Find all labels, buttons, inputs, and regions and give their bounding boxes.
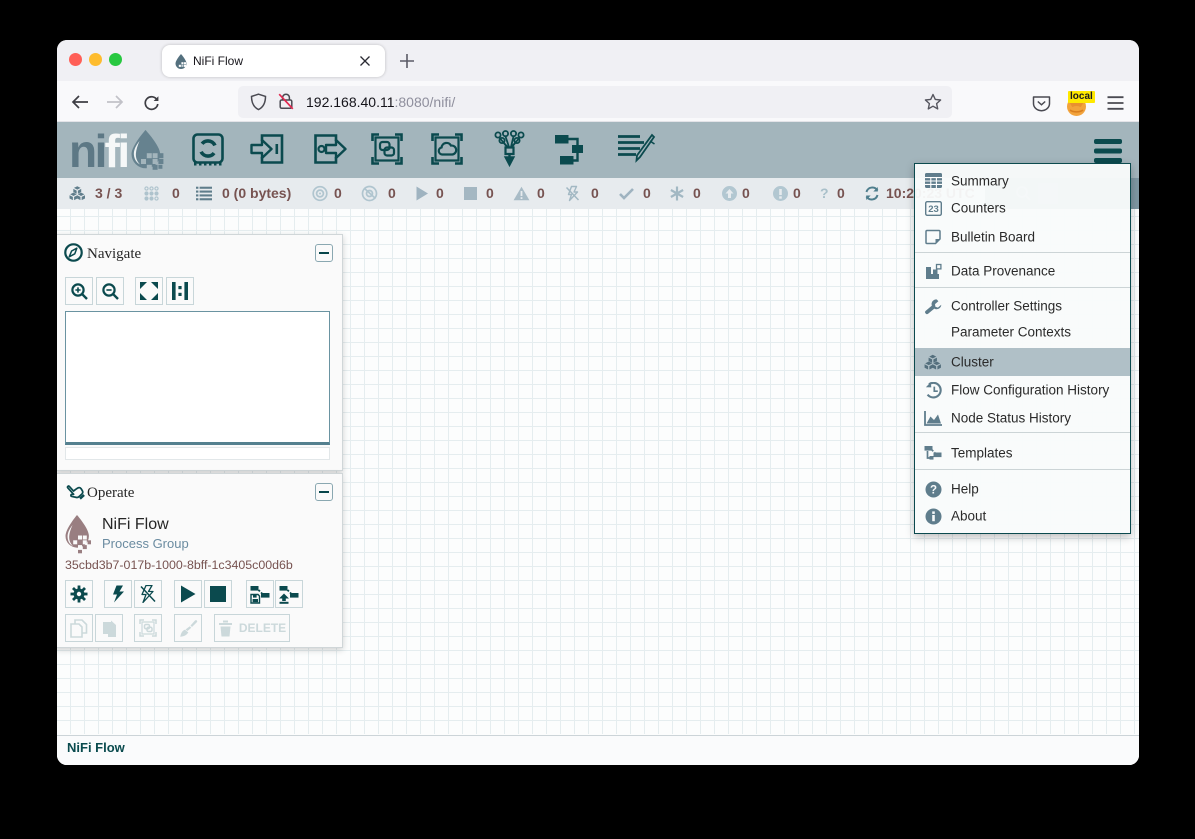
svg-text:23: 23 [928,204,939,215]
svg-text:?: ? [929,484,936,496]
svg-text:ni: ni [69,127,105,177]
svg-text:fi: fi [105,127,128,177]
